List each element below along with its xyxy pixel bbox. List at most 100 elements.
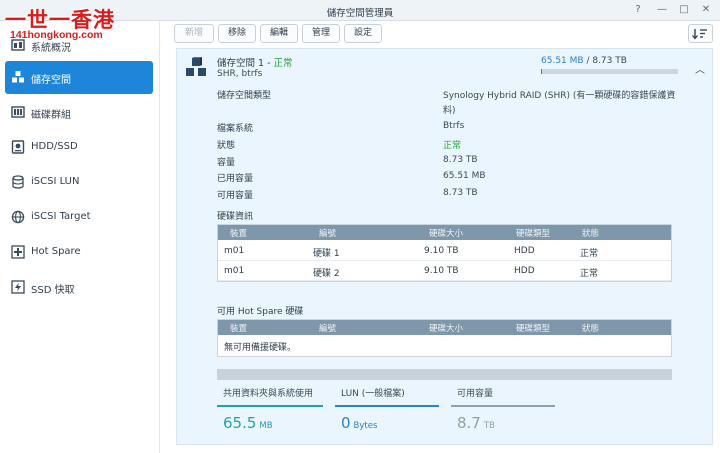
prop-label-available: 可用容量 [217, 191, 254, 201]
sidebar-item-label: Hot Spare [31, 246, 81, 257]
usage-summary-bar [217, 369, 672, 380]
column-header[interactable]: 硬碟大小 [429, 227, 463, 239]
stat-line [451, 405, 555, 407]
column-header[interactable]: 裝置 [230, 322, 247, 334]
stat-shared-folder: 共用資料夾與系統使用 65.5 MB [217, 384, 323, 434]
sidebar-item-label: HDD/SSD [31, 141, 78, 152]
storage-cubes-icon [186, 57, 206, 76]
manage-button[interactable]: 管理 [302, 24, 340, 43]
column-header[interactable]: 狀態 [582, 227, 599, 239]
usage-bar [541, 69, 678, 74]
close-icon[interactable]: ✕ [700, 4, 712, 16]
sidebar-item-label: iSCSI Target [31, 211, 91, 222]
cell-type: HDD [514, 246, 535, 256]
cell-device: m01 [224, 246, 245, 256]
sidebar-item-iscsi-target[interactable]: iSCSI Target [5, 201, 153, 234]
prop-value-used: 65.51 MB [443, 171, 486, 181]
toolbar: 新增 移除 編輯 管理 設定 [170, 22, 715, 46]
lun-icon [12, 175, 24, 189]
column-header[interactable]: 硬碟類型 [516, 227, 550, 239]
table-row[interactable]: m01 硬碟 1 9.10 TB HDD 正常 [218, 241, 671, 261]
prop-value-type-cont: 料) [443, 106, 456, 116]
help-icon[interactable]: ? [632, 4, 644, 16]
column-header[interactable]: 硬碟大小 [429, 322, 463, 334]
cell-status: 正常 [580, 249, 599, 259]
cell-number: 硬碟 2 [313, 269, 340, 279]
cell-type: HDD [514, 266, 535, 276]
hot-spare-grid: 裝置 編號 硬碟大小 硬碟類型 狀態 無可用備援硬碟。 [217, 319, 672, 357]
table-row[interactable]: m01 硬碟 2 9.10 TB HDD 正常 [218, 261, 671, 281]
hot-spare-title: 可用 Hot Spare 硬碟 [217, 307, 304, 317]
disk-info-grid: 裝置 編號 硬碟大小 硬碟類型 狀態 m01 硬碟 1 9.10 TB HDD … [217, 224, 672, 282]
column-header[interactable]: 硬碟類型 [516, 322, 550, 334]
stat-label: 可用容量 [457, 389, 494, 399]
collapse-icon[interactable]: ︿ [695, 61, 705, 76]
stat-line [217, 405, 323, 407]
volume-name: 儲存空間 1 [217, 58, 265, 69]
create-button[interactable]: 新增 [174, 24, 214, 43]
stat-value: 8.7 TB [457, 414, 495, 432]
prop-value-type: Synology Hybrid RAID (SHR) (有一顆硬碟的容錯保護資 [443, 91, 676, 101]
prop-label-type: 儲存空間類型 [217, 91, 272, 101]
sidebar-item-ssd-cache[interactable]: SSD 快取 [5, 271, 153, 304]
stat-lun: LUN (一般檔案) 0 Bytes [335, 384, 439, 434]
cell-number: 硬碟 1 [313, 249, 340, 259]
cell-status: 正常 [580, 269, 599, 279]
sort-icon [692, 29, 707, 40]
column-header[interactable]: 編號 [319, 322, 336, 334]
prop-value-filesystem: Btrfs [443, 121, 465, 131]
sidebar-item-label: SSD 快取 [31, 285, 75, 296]
stat-value: 0 Bytes [341, 414, 378, 432]
plus-icon [11, 245, 25, 259]
sidebar: 系統概況 儲存空間 磁碟群組 HDD/SSD iSCSI LUN iSCSI T… [0, 21, 160, 453]
sidebar-item-iscsi-lun[interactable]: iSCSI LUN [5, 166, 153, 199]
edit-button[interactable]: 編輯 [260, 24, 298, 43]
sidebar-item-hdd-ssd[interactable]: HDD/SSD [5, 131, 153, 164]
sidebar-item-hot-spare[interactable]: Hot Spare [5, 236, 153, 269]
sidebar-item-label: 儲存空間 [31, 75, 71, 86]
stat-label: 共用資料夾與系統使用 [223, 389, 314, 399]
column-header[interactable]: 裝置 [230, 227, 247, 239]
sidebar-item-disk-group[interactable]: 磁碟群組 [5, 96, 153, 129]
sort-button[interactable] [688, 24, 713, 43]
sidebar-item-label: iSCSI LUN [31, 176, 80, 187]
volume-panel[interactable]: 儲存空間 1 - 正常 SHR, btrfs 65.51 MB / 8.73 T… [176, 48, 713, 445]
sidebar-item-storage[interactable]: 儲存空間 [5, 61, 153, 94]
minimize-icon[interactable]: — [656, 4, 668, 16]
settings-button[interactable]: 設定 [344, 24, 382, 43]
stat-available: 可用容量 8.7 TB [451, 384, 555, 434]
prop-label-filesystem: 檔案系統 [217, 124, 254, 134]
hdd-icon [11, 140, 25, 154]
sidebar-item-label: 磁碟群組 [31, 110, 71, 121]
volume-title: 儲存空間 1 - 正常 [217, 55, 293, 69]
volume-separator: - [264, 58, 274, 69]
target-icon [11, 210, 25, 224]
storage-cubes-icon [12, 71, 24, 83]
prop-label-used: 已用容量 [217, 174, 254, 184]
grid-header: 裝置 編號 硬碟大小 硬碟類型 狀態 [218, 225, 671, 240]
disk-group-icon [11, 106, 25, 118]
usage-text: 65.51 MB / 8.73 TB [541, 56, 627, 66]
prop-label-status: 狀態 [217, 141, 236, 151]
cell-size: 9.10 TB [424, 266, 459, 276]
disk-info-title: 硬碟資訊 [217, 212, 254, 222]
maximize-icon[interactable]: □ [678, 4, 690, 16]
cell-size: 9.10 TB [424, 246, 459, 256]
ssd-icon [11, 280, 25, 294]
remove-button[interactable]: 移除 [218, 24, 256, 43]
prop-value-capacity: 8.73 TB [443, 155, 478, 165]
column-header[interactable]: 狀態 [582, 322, 599, 334]
watermark-bottom: 141hongkong.com [10, 29, 103, 41]
stat-line [335, 405, 439, 407]
usage-used: 65.51 MB [541, 56, 584, 66]
prop-label-capacity: 容量 [217, 158, 236, 168]
watermark: 一世一香港 141hongkong.com [2, 2, 162, 44]
stat-value: 65.5 MB [223, 414, 273, 432]
prop-value-available: 8.73 TB [443, 188, 478, 198]
usage-total: 8.73 TB [592, 56, 627, 66]
cell-device: m01 [224, 266, 245, 276]
column-header[interactable]: 編號 [319, 227, 336, 239]
empty-message: 無可用備援硬碟。 [224, 343, 297, 353]
volume-subtitle: SHR, btrfs [217, 69, 263, 79]
grid-header: 裝置 編號 硬碟大小 硬碟類型 狀態 [218, 320, 671, 335]
